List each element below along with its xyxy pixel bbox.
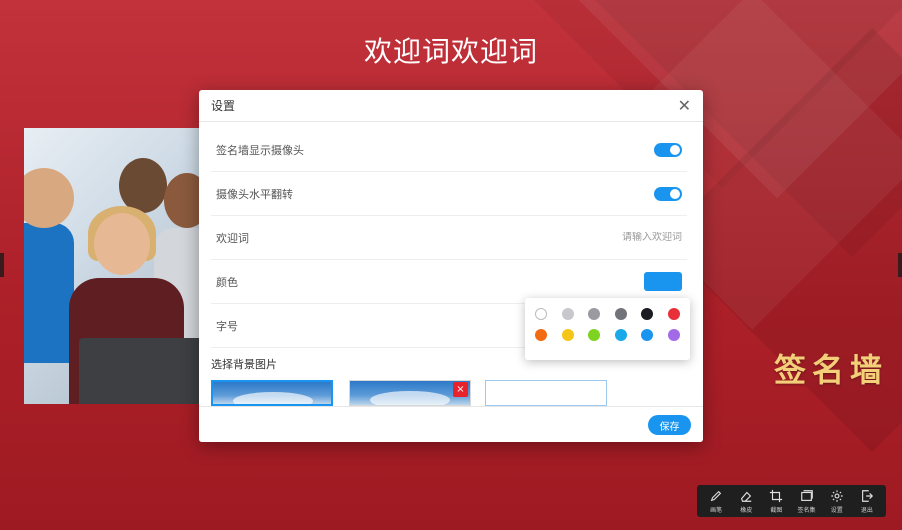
camera-flip-label: 摄像头水平翻转 [216,187,293,201]
swatch-dark-gray[interactable] [614,308,627,320]
welcome-input[interactable] [562,232,682,243]
crop-tool[interactable]: 截图 [762,489,790,514]
swatch-green[interactable] [588,329,601,341]
settings-dialog: 设置 ✕ 签名墙显示摄像头 摄像头水平翻转 欢迎词 颜色 字号 选择背景图片 ×… [199,90,703,442]
dialog-footer: 保存 [199,406,703,442]
swatch-white[interactable] [535,308,547,320]
color-label: 颜色 [216,275,238,289]
pen-tool[interactable]: 画笔 [702,489,730,514]
gear-icon [831,489,843,502]
gallery-icon [800,489,813,501]
color-picker-button[interactable] [644,272,682,291]
bg-upload-slot[interactable] [485,380,607,406]
eraser-icon [741,491,752,502]
close-icon[interactable]: ✕ [678,97,691,114]
gallery-tool[interactable]: 签名集 [793,489,821,514]
palette-row-2 [535,329,680,341]
exit-icon [861,489,873,502]
bg-section-label: 选择背景图片 [211,358,277,371]
save-button[interactable]: 保存 [648,415,691,435]
row-camera-show: 签名墙显示摄像头 [211,128,687,172]
exit-tool[interactable]: 退出 [853,489,881,514]
settings-label: 设置 [830,506,843,514]
dialog-header: 设置 ✕ [199,90,703,122]
eraser-tool[interactable]: 橡皮 [732,489,760,514]
delete-icon[interactable]: × [453,382,468,397]
row-welcome: 欢迎词 [211,216,687,260]
color-palette-popup [525,298,690,360]
palette-row-1 [535,308,680,320]
swatch-cyan[interactable] [614,329,627,341]
bg-thumbnail-1[interactable] [211,380,333,406]
welcome-text: 欢迎词欢迎词 [363,35,538,68]
welcome-label: 欢迎词 [216,231,249,245]
pen-icon [710,490,722,501]
swatch-light-gray[interactable] [561,308,574,320]
pen-label: 画笔 [710,506,723,514]
camera-preview-image [24,128,200,404]
right-edge-handle[interactable] [898,253,902,277]
brand-title: 签名墙 [773,351,888,389]
swatch-gray[interactable] [588,308,601,320]
camera-show-label: 签名墙显示摄像头 [216,143,304,157]
bottom-toolbar: 画笔 橡皮 截图 签名集 设置 退出 [697,485,886,517]
swatch-purple[interactable] [667,329,680,341]
swatch-orange[interactable] [535,329,547,341]
gallery-label: 签名集 [797,506,816,514]
crop-label: 截图 [770,506,783,514]
crop-icon [770,489,783,502]
left-edge-handle[interactable] [0,253,4,277]
swatch-blue[interactable] [641,329,654,341]
swatch-black[interactable] [641,308,654,320]
dialog-title: 设置 [211,99,236,113]
swatch-red[interactable] [667,308,680,320]
swatch-yellow[interactable] [561,329,574,341]
font-size-label: 字号 [216,319,238,333]
settings-tool[interactable]: 设置 [823,489,851,514]
camera-show-toggle[interactable] [654,142,682,157]
eraser-label: 橡皮 [740,506,753,514]
exit-label: 退出 [860,506,873,514]
camera-flip-toggle[interactable] [654,186,682,201]
row-camera-flip: 摄像头水平翻转 [211,172,687,216]
